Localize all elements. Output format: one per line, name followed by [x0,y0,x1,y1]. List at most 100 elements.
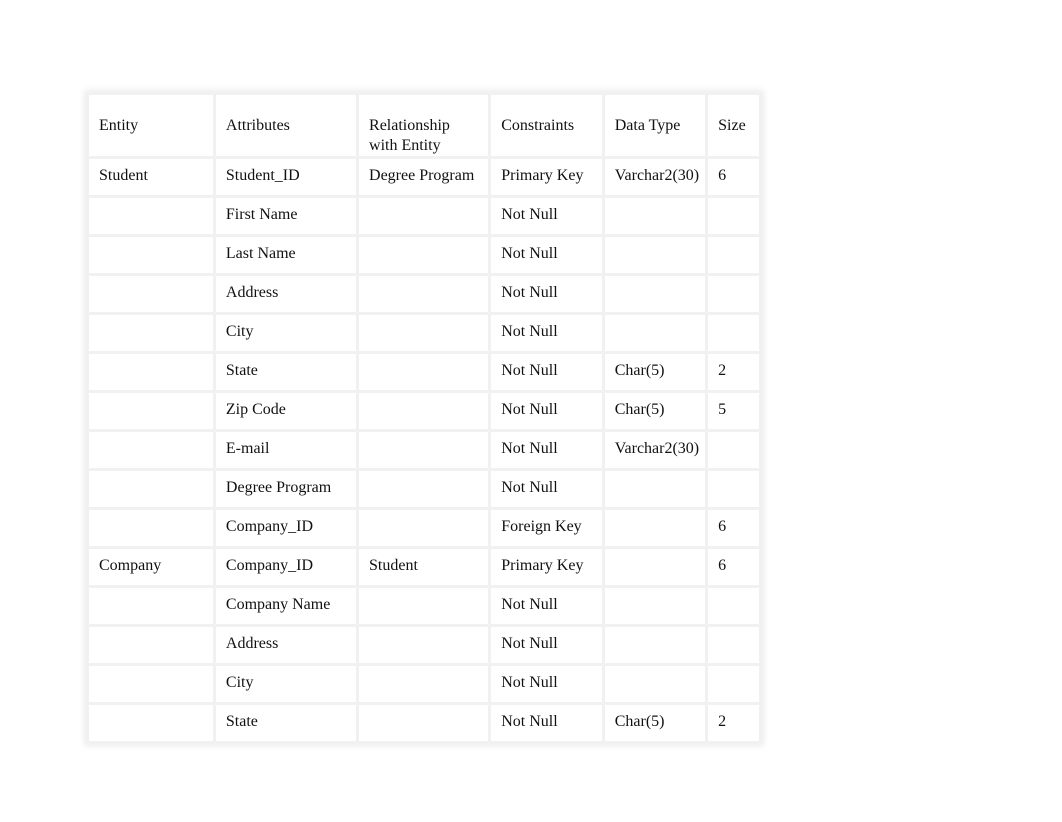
cell-constraint: Not Null [488,663,605,705]
cell-data-type: Char(5) [601,351,709,393]
cell-relationship [356,468,492,510]
cell-data-type [601,273,709,315]
cell-constraint: Not Null [488,351,605,393]
cell-entity [86,234,216,276]
cell-entity [86,351,216,393]
cell-data-type: Char(5) [601,390,709,432]
cell-relationship: Degree Program [356,156,492,198]
table-row: Zip Code Not Null Char(5) 5 [86,390,762,432]
cell-attribute: State [212,702,360,744]
cell-data-type: Varchar2(30) [601,156,709,198]
cell-data-type [601,234,709,276]
cell-attribute: Last Name [212,234,360,276]
header-constraints: Constraints [488,92,605,159]
cell-attribute: First Name [212,195,360,237]
cell-size [705,585,762,627]
cell-size: 6 [705,546,762,588]
cell-constraint: Primary Key [488,156,605,198]
cell-relationship [356,624,492,666]
cell-size [705,624,762,666]
cell-data-type [601,546,709,588]
cell-size [705,468,762,510]
cell-attribute: Address [212,624,360,666]
cell-entity [86,429,216,471]
cell-attribute: Company_ID [212,546,360,588]
table-row: Company Name Not Null [86,585,762,627]
cell-constraint: Not Null [488,234,605,276]
table-row: Student Student_ID Degree Program Primary K… [86,156,762,198]
cell-relationship [356,585,492,627]
cell-data-type [601,312,709,354]
cell-constraint: Primary Key [488,546,605,588]
cell-data-type [601,507,709,549]
cell-entity [86,507,216,549]
cell-data-type [601,663,709,705]
header-entity: Entity [86,92,216,159]
cell-relationship [356,663,492,705]
cell-attribute: Address [212,273,360,315]
cell-constraint: Not Null [488,702,605,744]
header-data-type: Data Type [601,92,709,159]
cell-attribute: State [212,351,360,393]
cell-relationship [356,429,492,471]
cell-relationship [356,312,492,354]
cell-entity: Student [86,156,216,198]
cell-size: 6 [705,507,762,549]
cell-relationship [356,351,492,393]
cell-attribute: Zip Code [212,390,360,432]
cell-size [705,273,762,315]
cell-data-type: Varchar2(30) [601,429,709,471]
header-relationship: Relationship with Entity [356,92,492,159]
table-row: E-mail Not Null Varchar2(30) [86,429,762,471]
table-row: Company_ID Foreign Key 6 [86,507,762,549]
entity-attribute-table: Entity Attributes Relationship with Enti… [86,92,762,744]
cell-relationship [356,507,492,549]
cell-entity [86,468,216,510]
cell-size: 5 [705,390,762,432]
cell-relationship [356,273,492,315]
cell-constraint: Not Null [488,429,605,471]
cell-constraint: Not Null [488,273,605,315]
cell-relationship [356,702,492,744]
cell-attribute: City [212,663,360,705]
cell-constraint: Not Null [488,312,605,354]
cell-relationship [356,390,492,432]
cell-entity [86,390,216,432]
table-row: Company Company_ID Student Primary Key 6 [86,546,762,588]
cell-attribute: Degree Program [212,468,360,510]
cell-attribute: City [212,312,360,354]
table-row: City Not Null [86,663,762,705]
cell-size: 2 [705,351,762,393]
cell-entity [86,585,216,627]
cell-constraint: Not Null [488,585,605,627]
table-row: Degree Program Not Null [86,468,762,510]
cell-data-type [601,624,709,666]
cell-entity: Company [86,546,216,588]
cell-size [705,195,762,237]
table-row: First Name Not Null [86,195,762,237]
table-row: Last Name Not Null [86,234,762,276]
cell-relationship: Student [356,546,492,588]
cell-entity [86,195,216,237]
cell-attribute: Student_ID [212,156,360,198]
cell-attribute: Company_ID [212,507,360,549]
table-row: Address Not Null [86,624,762,666]
header-size: Size [705,92,762,159]
cell-size [705,663,762,705]
cell-relationship [356,195,492,237]
cell-size [705,429,762,471]
cell-data-type [601,468,709,510]
cell-relationship [356,234,492,276]
cell-constraint: Not Null [488,390,605,432]
data-dictionary-table: Entity Attributes Relationship with Enti… [86,92,762,744]
cell-data-type [601,195,709,237]
header-attributes: Attributes [212,92,360,159]
cell-data-type [601,585,709,627]
cell-constraint: Not Null [488,195,605,237]
cell-size: 6 [705,156,762,198]
cell-entity [86,702,216,744]
cell-constraint: Not Null [488,624,605,666]
table-row: State Not Null Char(5) 2 [86,702,762,744]
table-row: City Not Null [86,312,762,354]
cell-constraint: Not Null [488,468,605,510]
